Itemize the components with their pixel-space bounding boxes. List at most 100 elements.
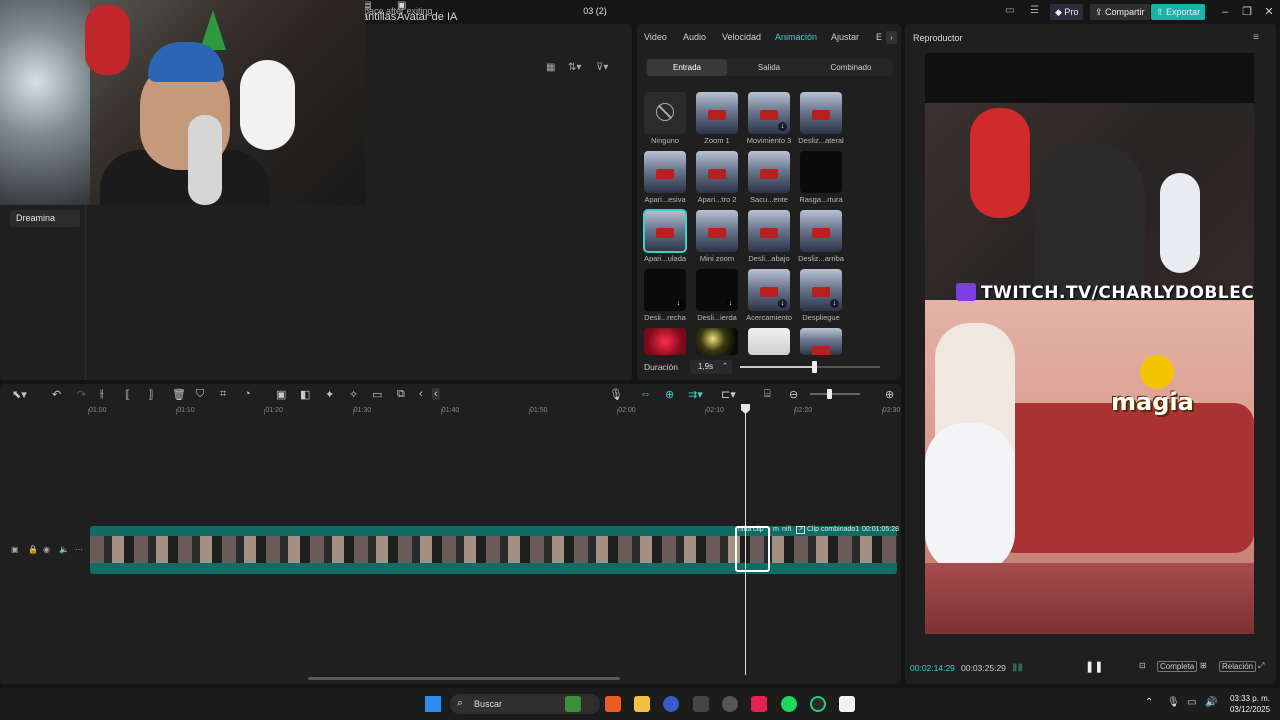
pause-icon[interactable]: ❚❚ bbox=[1085, 660, 1103, 673]
effect-tile[interactable] bbox=[800, 328, 842, 355]
zoom-slider-handle[interactable] bbox=[827, 389, 832, 399]
marker-icon[interactable]: ⛉ bbox=[196, 388, 204, 401]
more-icon[interactable]: ⋯ bbox=[75, 545, 83, 554]
subtab-combo[interactable]: Combinado bbox=[811, 59, 891, 76]
volume-icon[interactable]: 🔊 bbox=[1205, 697, 1217, 708]
sort-icon[interactable]: ⇅▾ bbox=[568, 62, 581, 73]
select-tool-icon[interactable]: ⬉▾ bbox=[12, 388, 27, 401]
app-arrow-icon[interactable] bbox=[663, 696, 679, 712]
tab-video[interactable]: Video bbox=[644, 32, 667, 42]
windows-start-icon[interactable] bbox=[425, 696, 441, 712]
restore-icon[interactable]: ❐ bbox=[1236, 3, 1258, 21]
effect-tile[interactable] bbox=[644, 328, 686, 355]
crop-icon[interactable]: ⊡ bbox=[1139, 661, 1146, 670]
effect-tile[interactable]: ↓ bbox=[748, 269, 790, 311]
app-circle-icon[interactable] bbox=[810, 696, 826, 712]
tiktok-icon[interactable] bbox=[751, 696, 767, 712]
track-cover-icon[interactable]: ▣ bbox=[11, 545, 19, 554]
tab-ai-avatar[interactable]: ▣ Avatar de IA bbox=[397, 0, 457, 23]
effect-tile[interactable] bbox=[696, 151, 738, 193]
magnet-icon[interactable]: ⊕ bbox=[665, 388, 674, 401]
speed-tool-icon[interactable]: ◔ bbox=[244, 388, 251, 400]
split-icon[interactable]: ⫲ bbox=[100, 388, 104, 401]
spotify-icon[interactable] bbox=[781, 696, 797, 712]
ai-edit-icon[interactable]: ✧ bbox=[349, 388, 358, 401]
effect-tile[interactable]: ↓ bbox=[748, 92, 790, 134]
effect-tile[interactable] bbox=[696, 210, 738, 252]
effect-tile[interactable] bbox=[748, 328, 790, 355]
effect-tile[interactable]: ↓ bbox=[800, 269, 842, 311]
widget-icon[interactable] bbox=[565, 696, 581, 712]
more-left-icon[interactable]: ‹ bbox=[419, 388, 423, 400]
file-explorer-icon[interactable] bbox=[634, 696, 650, 712]
tab-templates[interactable]: ▤ antillas bbox=[362, 0, 396, 23]
selected-clip[interactable] bbox=[735, 526, 770, 572]
effect-tile[interactable] bbox=[643, 209, 687, 253]
duration-input[interactable]: 1,9s ⌃ bbox=[690, 360, 732, 374]
microphone-icon[interactable]: 🎙 bbox=[609, 388, 623, 401]
taskbar-clock[interactable]: 03:33 p. m. 03/12/2025 bbox=[1224, 693, 1270, 715]
caption-toggle-icon[interactable]: ⌸ bbox=[764, 388, 771, 401]
mirror-icon[interactable]: ◧ bbox=[300, 388, 310, 401]
list-icon[interactable]: ☰ bbox=[1030, 5, 1039, 16]
split-right-icon[interactable]: ⟧ bbox=[148, 388, 153, 401]
layout-icon[interactable]: ▭ bbox=[1005, 5, 1014, 16]
effect-tile[interactable] bbox=[748, 151, 790, 193]
freeze-icon[interactable]: ▣ bbox=[276, 388, 286, 401]
duration-slider-handle[interactable] bbox=[812, 361, 818, 373]
playhead-line[interactable] bbox=[745, 405, 746, 675]
tab-animation[interactable]: Animación bbox=[775, 32, 817, 42]
speaker-icon[interactable]: 🔈 bbox=[59, 545, 69, 554]
tab-audio[interactable]: Audio bbox=[683, 32, 706, 42]
chevron-up-icon[interactable]: ⌃ bbox=[1145, 697, 1153, 708]
lock-icon[interactable]: 🔒 bbox=[28, 545, 38, 554]
tray-mic-icon[interactable]: 🎙 bbox=[1167, 697, 1180, 708]
share-button[interactable]: ⇪ Compartir bbox=[1090, 4, 1150, 20]
sidebar-item-dreamina[interactable]: Dreamina bbox=[10, 210, 80, 227]
subtab-in[interactable]: Entrada bbox=[647, 59, 727, 76]
close-icon[interactable]: ✕ bbox=[1258, 3, 1280, 21]
fullscreen-icon[interactable]: ⤢ bbox=[1258, 661, 1264, 671]
network-icon[interactable]: ▭ bbox=[1187, 697, 1196, 708]
eye-icon[interactable]: ◉ bbox=[43, 545, 50, 554]
effect-tile[interactable] bbox=[696, 92, 738, 134]
full-quality-button[interactable]: Completa bbox=[1157, 661, 1198, 672]
app-grid-icon[interactable] bbox=[693, 696, 709, 712]
timeline-scrollbar[interactable] bbox=[308, 677, 620, 680]
effect-tile[interactable]: ↓ bbox=[696, 269, 738, 311]
stepper-icon[interactable]: ⌃ bbox=[722, 360, 728, 374]
crop-tool-icon[interactable]: ⌗ bbox=[220, 388, 226, 401]
export-button[interactable]: ⇧ Exportar bbox=[1151, 4, 1206, 20]
video-preview[interactable]: TWITCH.TV/CHARLYDOBLEC magia bbox=[925, 53, 1254, 634]
tab-more[interactable]: E bbox=[876, 32, 882, 42]
grid-view-icon[interactable]: ▦ bbox=[546, 62, 555, 73]
menu-icon[interactable]: ≡ bbox=[1253, 32, 1259, 43]
delete-icon[interactable]: 🗑 bbox=[172, 388, 186, 401]
ratio-button[interactable]: Relación bbox=[1219, 661, 1257, 672]
effect-tile[interactable] bbox=[644, 92, 686, 134]
collapse-toolbar-icon[interactable]: ‹ bbox=[432, 388, 440, 400]
effect-tile[interactable] bbox=[748, 210, 790, 252]
capcut-icon[interactable] bbox=[839, 696, 855, 712]
redo-icon[interactable]: ↷ bbox=[77, 388, 86, 401]
caption-tool-icon[interactable]: ▭ bbox=[372, 388, 382, 401]
zoom-in-icon[interactable]: ⊕ bbox=[885, 388, 894, 401]
effect-tile[interactable] bbox=[644, 151, 686, 193]
effect-tile[interactable] bbox=[800, 151, 842, 193]
pro-badge[interactable]: ◆ Pro bbox=[1050, 4, 1084, 20]
subtab-out[interactable]: Salida bbox=[729, 59, 809, 76]
fit-icon[interactable]: ⊞ bbox=[1200, 661, 1207, 670]
split-left-icon[interactable]: ⟦ bbox=[125, 388, 130, 401]
effect-tile[interactable] bbox=[800, 92, 842, 134]
zoom-slider-track[interactable] bbox=[810, 393, 860, 395]
zoom-out-icon[interactable]: ⊖ bbox=[789, 388, 798, 401]
adjust-icon[interactable]: ✦ bbox=[325, 388, 334, 401]
effect-tile[interactable] bbox=[800, 210, 842, 252]
tab-adjust[interactable]: Ajustar bbox=[831, 32, 859, 42]
effect-tile[interactable]: ↓ bbox=[644, 269, 686, 311]
resize-tool-icon[interactable]: ⧉ bbox=[397, 388, 405, 401]
preview-axis-icon[interactable]: ⊏▾ bbox=[721, 388, 736, 401]
filter-icon[interactable]: ⊽▾ bbox=[596, 62, 608, 73]
tab-speed[interactable]: Velocidad bbox=[722, 32, 761, 42]
link-icon[interactable]: ⇔ bbox=[640, 388, 651, 400]
